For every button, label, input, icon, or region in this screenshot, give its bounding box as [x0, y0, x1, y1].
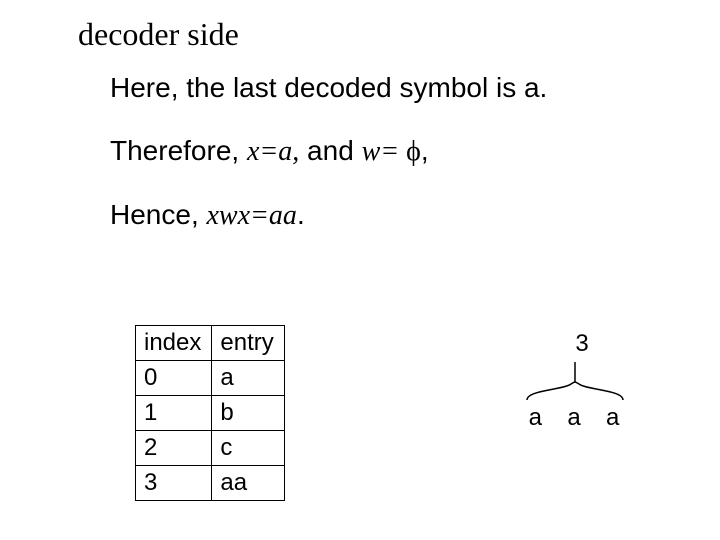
- cell-entry: c: [212, 431, 284, 466]
- line-2-x: x=a,: [247, 136, 299, 167]
- line-2-w: w=: [362, 136, 407, 167]
- diagram-code: 3: [509, 330, 655, 358]
- slide-body: Here, the last decoded symbol is a. Ther…: [110, 70, 670, 261]
- line-3: Hence, xwx=aa.: [110, 197, 670, 233]
- expansion-diagram: 3 a a a: [495, 330, 655, 432]
- table-row: 1 b: [136, 396, 285, 431]
- out-char: a: [599, 404, 629, 432]
- line-1: Here, the last decoded symbol is a.: [110, 70, 670, 105]
- header-entry: entry: [212, 326, 284, 361]
- cell-entry: aa: [212, 466, 284, 501]
- cell-index: 3: [136, 466, 212, 501]
- table-row: 2 c: [136, 431, 285, 466]
- line-2: Therefore, x=a, and w= ϕ,: [110, 133, 670, 169]
- line-3-suffix: .: [297, 199, 305, 230]
- line-3-prefix: Hence,: [110, 199, 207, 230]
- table-row: 0 a: [136, 361, 285, 396]
- cell-index: 2: [136, 431, 212, 466]
- cell-entry: b: [212, 396, 284, 431]
- line-3-expr: xwx=aa: [207, 200, 297, 231]
- out-char: a: [521, 404, 551, 432]
- out-char: a: [560, 404, 590, 432]
- slide: decoder side Here, the last decoded symb…: [0, 0, 720, 540]
- diagram-output: a a a: [495, 404, 655, 432]
- table-header-row: index entry: [136, 326, 285, 361]
- phi-symbol: ϕ: [406, 136, 421, 167]
- slide-title: decoder side: [78, 16, 239, 53]
- cell-index: 0: [136, 361, 212, 396]
- table-row: 3 aa: [136, 466, 285, 501]
- brace-icon: [515, 360, 635, 402]
- line-2-prefix: Therefore,: [110, 135, 247, 166]
- line-2-mid: and: [299, 135, 361, 166]
- dictionary-table-wrap: index entry 0 a 1 b 2 c 3 aa: [135, 325, 285, 501]
- cell-index: 1: [136, 396, 212, 431]
- line-2-suffix: ,: [421, 135, 429, 166]
- header-index: index: [136, 326, 212, 361]
- cell-entry: a: [212, 361, 284, 396]
- dictionary-table: index entry 0 a 1 b 2 c 3 aa: [135, 325, 285, 501]
